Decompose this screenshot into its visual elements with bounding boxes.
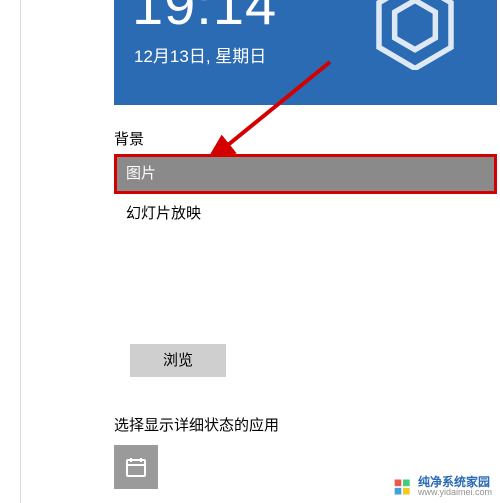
browse-button[interactable]: 浏览: [130, 344, 226, 377]
hexagon-decoration-icon: [375, 0, 455, 70]
watermark: 纯净系统家园 www.yidaimei.com: [393, 476, 492, 497]
lock-date: 12月13日, 星期日: [134, 42, 266, 67]
detail-status-app-label: 选择显示详细状态的应用: [114, 414, 279, 435]
background-label: 背景: [114, 128, 497, 149]
dropdown-option-picture[interactable]: 图片: [114, 154, 497, 194]
lock-time: 19:14: [132, 0, 277, 37]
dropdown-option-slideshow[interactable]: 幻灯片放映: [114, 194, 497, 234]
vertical-divider: [20, 0, 21, 503]
watermark-logo-icon: [393, 477, 413, 497]
calendar-icon: [124, 455, 148, 479]
lock-screen-preview: 19:14 12月13日, 星期日: [114, 0, 497, 105]
watermark-url: www.yidaimei.com: [418, 488, 492, 497]
calendar-app-tile[interactable]: [114, 445, 158, 489]
background-dropdown[interactable]: 图片 幻灯片放映: [114, 154, 497, 234]
